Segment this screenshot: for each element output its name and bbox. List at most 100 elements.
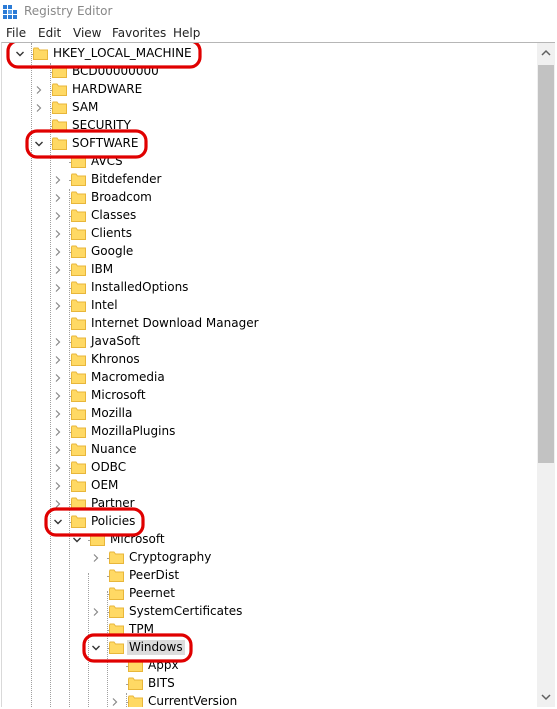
tree-node[interactable]: BITS: [2, 675, 538, 693]
tree-node-label: Khronos: [91, 352, 140, 366]
tree-node[interactable]: Classes: [2, 207, 538, 225]
tree-node[interactable]: CurrentVersion: [2, 693, 538, 707]
menu-view[interactable]: View: [73, 26, 101, 40]
chevron-right-icon[interactable]: [53, 229, 63, 239]
tree-node[interactable]: Nuance: [2, 441, 538, 459]
tree-node[interactable]: Broadcom: [2, 189, 538, 207]
chevron-right-icon[interactable]: [53, 193, 63, 203]
folder-icon: [71, 479, 86, 492]
folder-icon: [128, 677, 143, 690]
tree-node[interactable]: Khronos: [2, 351, 538, 369]
tree-node[interactable]: Microsoft: [2, 387, 538, 405]
tree-node-label: HARDWARE: [72, 82, 143, 96]
chevron-down-icon[interactable]: [34, 139, 44, 149]
folder-icon: [71, 227, 86, 240]
scrollbar-thumb[interactable]: [538, 65, 554, 463]
menu-file[interactable]: File: [6, 26, 26, 40]
tree-node[interactable]: SAM: [2, 99, 538, 117]
chevron-right-icon[interactable]: [34, 103, 44, 113]
tree-node[interactable]: IBM: [2, 261, 538, 279]
tree-node[interactable]: Clients: [2, 225, 538, 243]
tree-node[interactable]: Peernet: [2, 585, 538, 603]
registry-tree[interactable]: HKEY_LOCAL_MACHINE BCD00000000 HARDWARE SAM…: [1, 42, 538, 707]
tree-node[interactable]: Intel: [2, 297, 538, 315]
chevron-right-icon[interactable]: [110, 697, 120, 707]
chevron-right-icon[interactable]: [53, 391, 63, 401]
tree-node[interactable]: BCD00000000: [2, 63, 538, 81]
chevron-right-icon[interactable]: [53, 211, 63, 221]
chevron-right-icon[interactable]: [53, 463, 63, 473]
tree-node-label: InstalledOptions: [91, 280, 189, 294]
scroll-up-icon[interactable]: [537, 45, 555, 61]
chevron-right-icon[interactable]: [53, 175, 63, 185]
tree-node-label: IBM: [91, 262, 114, 276]
tree-node-label: Mozilla: [91, 406, 133, 420]
tree-node-label: Macromedia: [91, 370, 165, 384]
tree-node[interactable]: TPM: [2, 621, 538, 639]
tree-node[interactable]: Cryptography: [2, 549, 538, 567]
folder-icon: [52, 101, 67, 114]
chevron-right-icon[interactable]: [53, 499, 63, 509]
tree-node[interactable]: Microsoft: [2, 531, 538, 549]
tree-node[interactable]: PeerDist: [2, 567, 538, 585]
tree-node-label: Windows: [127, 640, 185, 655]
tree-node-label: Bitdefender: [91, 172, 162, 186]
chevron-right-icon[interactable]: [53, 355, 63, 365]
tree-node[interactable]: Mozilla: [2, 405, 538, 423]
tree-node[interactable]: JavaSoft: [2, 333, 538, 351]
tree-node-label: Partner: [91, 496, 135, 510]
tree-node[interactable]: SystemCertificates: [2, 603, 538, 621]
menu-favorites[interactable]: Favorites: [112, 26, 166, 40]
chevron-right-icon[interactable]: [91, 553, 101, 563]
menu-edit[interactable]: Edit: [38, 26, 61, 40]
chevron-right-icon[interactable]: [53, 481, 63, 491]
registry-editor-icon: [3, 5, 17, 19]
chevron-right-icon[interactable]: [34, 85, 44, 95]
tree-node[interactable]: Windows: [2, 639, 538, 657]
folder-icon: [128, 659, 143, 672]
tree-node[interactable]: OEM: [2, 477, 538, 495]
tree-node-label: SystemCertificates: [129, 604, 243, 618]
chevron-down-icon[interactable]: [72, 535, 82, 545]
tree-node[interactable]: Macromedia: [2, 369, 538, 387]
tree-node[interactable]: Internet Download Manager: [2, 315, 538, 333]
vertical-scrollbar[interactable]: [537, 42, 555, 707]
folder-icon: [71, 389, 86, 402]
chevron-right-icon[interactable]: [53, 337, 63, 347]
tree-node[interactable]: HKEY_LOCAL_MACHINE: [2, 45, 538, 63]
scroll-down-icon[interactable]: [537, 689, 555, 705]
chevron-right-icon[interactable]: [53, 373, 63, 383]
menu-help[interactable]: Help: [173, 26, 200, 40]
tree-node-label: Google: [91, 244, 134, 258]
chevron-down-icon[interactable]: [15, 49, 25, 59]
folder-icon: [71, 371, 86, 384]
chevron-down-icon[interactable]: [53, 517, 63, 527]
tree-node[interactable]: Partner: [2, 495, 538, 513]
chevron-right-icon[interactable]: [53, 301, 63, 311]
tree-node[interactable]: Google: [2, 243, 538, 261]
tree-node[interactable]: InstalledOptions: [2, 279, 538, 297]
tree-node-label: BITS: [148, 676, 175, 690]
folder-icon: [90, 533, 105, 546]
chevron-right-icon[interactable]: [53, 409, 63, 419]
chevron-right-icon[interactable]: [91, 607, 101, 617]
chevron-right-icon[interactable]: [53, 445, 63, 455]
chevron-down-icon[interactable]: [91, 643, 101, 653]
tree-node[interactable]: ODBC: [2, 459, 538, 477]
tree-node[interactable]: SOFTWARE: [2, 135, 538, 153]
chevron-right-icon[interactable]: [53, 283, 63, 293]
tree-node-label: Nuance: [91, 442, 137, 456]
tree-node[interactable]: Bitdefender: [2, 171, 538, 189]
tree-node[interactable]: SECURITY: [2, 117, 538, 135]
tree-node[interactable]: HARDWARE: [2, 81, 538, 99]
folder-icon: [109, 551, 124, 564]
chevron-right-icon[interactable]: [53, 247, 63, 257]
tree-node[interactable]: AVCS: [2, 153, 538, 171]
folder-icon: [109, 605, 124, 618]
tree-node[interactable]: Appx: [2, 657, 538, 675]
chevron-right-icon[interactable]: [53, 265, 63, 275]
folder-icon: [128, 695, 143, 707]
tree-node[interactable]: MozillaPlugins: [2, 423, 538, 441]
chevron-right-icon[interactable]: [53, 427, 63, 437]
tree-node[interactable]: Policies: [2, 513, 538, 531]
